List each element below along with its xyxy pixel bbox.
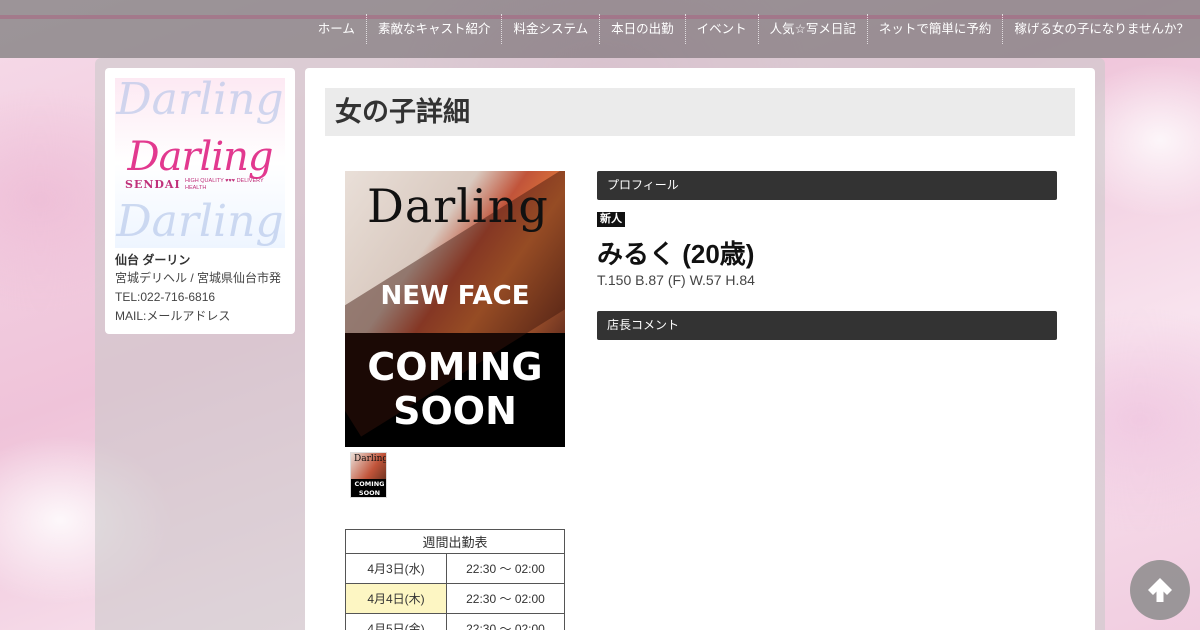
photo-brand-text: Darling [367, 179, 549, 233]
schedule-title: 週間出勤表 [345, 529, 565, 554]
nav-item-today[interactable]: 本日の出勤 [599, 14, 685, 44]
photo-soon-line: SOON [393, 389, 517, 433]
thumb-coming-soon-text: COMING SOON [351, 480, 386, 497]
manager-comment-header: 店長コメント [597, 311, 1057, 340]
content-card: 女の子詳細 Darling NEW FACE COMING SOON Darli… [305, 68, 1095, 630]
schedule-row: 4月5日(金) 22:30 ～ 02:00 [345, 613, 565, 630]
shop-tel[interactable]: TEL:022-716-6816 [115, 288, 285, 307]
shop-logo[interactable]: Darling Darling SENDAI HIGH QUALITY ♥♥♥ … [115, 78, 285, 248]
schedule-date: 4月3日(水) [345, 553, 447, 584]
nav-item-reserve[interactable]: ネットで簡単に予約 [866, 14, 1003, 44]
girl-stats: T.150 B.87 (F) W.57 H.84 [597, 272, 755, 288]
back-to-top-button[interactable] [1130, 560, 1190, 620]
shop-area: 宮城デリヘル / 宮城県仙台市発 [115, 271, 282, 285]
nav-item-price[interactable]: 料金システム [501, 14, 599, 44]
schedule-date: 4月4日(木) [345, 583, 447, 614]
thumb-brand-text: Darling [354, 454, 387, 464]
nav-item-diary[interactable]: 人気☆写メ日記 [757, 14, 867, 44]
new-badge: 新人 [597, 212, 625, 227]
schedule-row: 4月3日(水) 22:30 ～ 02:00 [345, 553, 565, 584]
schedule-time: 22:30 ～ 02:00 [446, 583, 565, 614]
shop-info-card: Darling Darling SENDAI HIGH QUALITY ♥♥♥ … [105, 68, 295, 334]
nav-item-home[interactable]: ホーム [307, 14, 366, 44]
arrow-up-icon [1148, 578, 1172, 602]
nav-item-recruit[interactable]: 稼げる女の子になりませんか？ [1002, 14, 1200, 44]
girl-main-photo[interactable]: Darling NEW FACE COMING SOON [345, 171, 565, 447]
weekly-schedule-table: 週間出勤表 4月3日(水) 22:30 ～ 02:00 4月4日(木) 22:3… [345, 529, 565, 630]
photo-coming-line: COMING [367, 345, 543, 389]
shop-mail[interactable]: MAIL:メールアドレス [115, 307, 285, 326]
top-navbar: ホーム 素敵なキャスト紹介 料金システム 本日の出勤 イベント 人気☆写メ日記 … [0, 0, 1200, 58]
page-title: 女の子詳細 [325, 88, 1075, 136]
schedule-row-highlighted: 4月4日(木) 22:30 ～ 02:00 [345, 583, 565, 614]
logo-script: Darling [127, 134, 274, 180]
schedule-time: 22:30 ～ 02:00 [446, 613, 565, 630]
thumb-coming-line: COMING [354, 480, 385, 488]
nav-item-cast[interactable]: 素敵なキャスト紹介 [365, 14, 502, 44]
main-nav: ホーム 素敵なキャスト紹介 料金システム 本日の出勤 イベント 人気☆写メ日記 … [307, 14, 1200, 44]
shop-name: 仙台 ダーリン [115, 253, 191, 267]
profile-section-header: プロフィール [597, 171, 1057, 200]
nav-item-event[interactable]: イベント [684, 14, 758, 44]
photo-coming-soon-text: COMING SOON [345, 345, 565, 433]
logo-ghost-text-top: Darling [116, 78, 284, 125]
schedule-time: 22:30 ～ 02:00 [446, 553, 565, 584]
girl-photo-thumbnail[interactable]: Darling COMING SOON [350, 452, 387, 498]
schedule-date: 4月5日(金) [345, 613, 447, 630]
logo-ghost-text-bottom: Darling [116, 196, 284, 247]
logo-city: SENDAI [125, 178, 181, 191]
logo-tagline: HIGH QUALITY ♥♥♥ DELIVERY HEALTH [185, 178, 264, 191]
photo-new-face-text: NEW FACE [380, 281, 530, 311]
thumb-soon-line: SOON [358, 489, 381, 497]
schedule-header-row: 週間出勤表 [345, 529, 565, 554]
girl-name: みるく (20歳) [597, 239, 755, 269]
